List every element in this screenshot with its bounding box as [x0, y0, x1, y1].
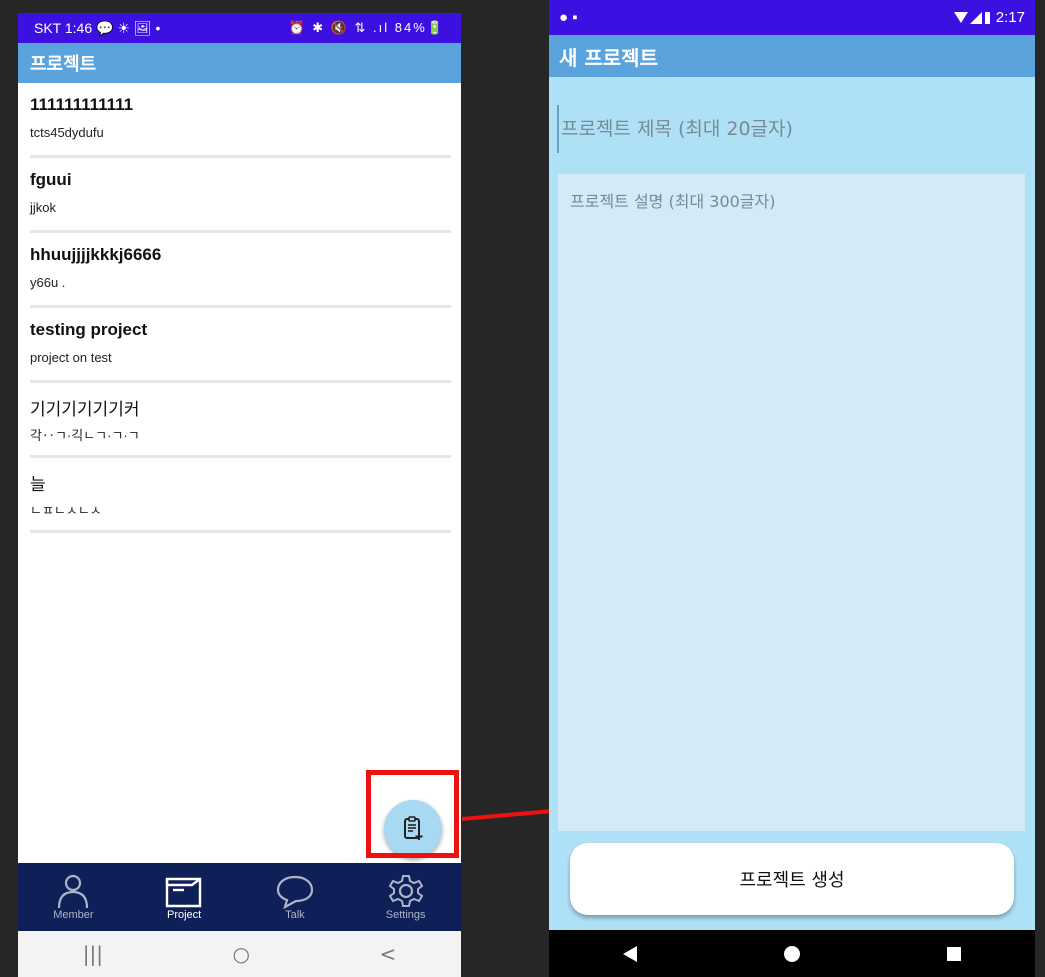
page-title: 새 프로젝트 — [559, 45, 658, 70]
project-title: 111111111111 — [30, 95, 134, 114]
system-navigation-bar — [549, 930, 1035, 977]
project-title-input[interactable] — [557, 105, 1023, 153]
status-time: SKT 1:46 — [34, 19, 93, 36]
back-button[interactable]: < — [379, 942, 396, 966]
nav-settings-label: Settings — [385, 909, 426, 921]
project-description: y66u . — [30, 275, 66, 290]
project-description: ㄴㅍㄴㅅㄴㅅ — [30, 503, 102, 518]
project-list-item[interactable]: fguui jjkok — [30, 158, 451, 233]
back-button[interactable] — [622, 945, 638, 963]
project-title: fguui — [30, 170, 72, 189]
person-icon — [58, 874, 89, 909]
project-title: testing project — [30, 320, 148, 339]
nav-settings[interactable]: Settings — [366, 873, 446, 921]
wifi-signal-battery-icon — [953, 11, 990, 24]
project-description: project on test — [30, 350, 112, 365]
status-system-icons: ⏰ ✱ 🔇 ⇅ .ıl 84%🔋 — [288, 20, 445, 35]
project-description: tcts45dydufu — [30, 125, 104, 140]
nav-member-label: Member — [53, 909, 94, 921]
recent-apps-button[interactable]: ||| — [83, 942, 103, 966]
nav-talk[interactable]: Talk — [255, 873, 335, 921]
project-list-item[interactable]: hhuujjjjkkkj6666 y66u . — [30, 233, 451, 308]
new-project-screen: ● ▪ 2:17 새 프로젝트 프로젝트 생성 — [549, 0, 1035, 977]
chat-bubble-icon — [276, 875, 313, 909]
project-title: hhuujjjjkkkj6666 — [30, 245, 162, 264]
status-time: 2:17 — [995, 9, 1025, 26]
project-list-item[interactable]: 기기기기기기커 각‥ㄱ·긱ㄴㄱ·ㄱ·ㄱ — [30, 383, 451, 458]
app-bar: 프로젝트 — [18, 43, 461, 83]
home-button[interactable] — [783, 945, 801, 963]
nav-talk-label: Talk — [285, 909, 305, 921]
home-button[interactable]: ○ — [232, 942, 249, 966]
nav-project[interactable]: Project — [144, 873, 224, 921]
project-title: 기기기기기기커 — [30, 400, 140, 419]
project-list: 111111111111 tcts45dydufu fguui jjkok hh… — [18, 83, 461, 533]
project-description: jjkok — [30, 200, 57, 215]
bottom-navigation: Member Project Talk Settings — [18, 863, 461, 931]
system-navigation-bar: ||| ○ < — [18, 931, 461, 977]
project-description: 각‥ㄱ·긱ㄴㄱ·ㄱ·ㄱ — [30, 428, 140, 443]
status-bar: ● ▪ 2:17 — [549, 0, 1035, 35]
nav-project-label: Project — [167, 909, 202, 921]
page-title: 프로젝트 — [30, 54, 97, 75]
project-description-input[interactable] — [558, 174, 1025, 831]
status-notification-icons: 💬 ☀ 🖼 • — [96, 19, 161, 36]
project-list-item[interactable]: testing project project on test — [30, 308, 451, 383]
project-list-item[interactable]: 늘 ㄴㅍㄴㅅㄴㅅ — [30, 458, 451, 533]
nav-member[interactable]: Member — [33, 873, 113, 921]
project-title: 늘 — [30, 475, 46, 494]
recent-apps-button[interactable] — [946, 946, 962, 962]
create-project-button[interactable]: 프로젝트 생성 — [570, 843, 1014, 915]
project-list-item[interactable]: 111111111111 tcts45dydufu — [30, 83, 451, 158]
status-notification-icons: ● ▪ — [559, 9, 578, 26]
fab-highlight-box — [366, 770, 459, 858]
status-bar: SKT 1:46 💬 ☀ 🖼 • ⏰ ✱ 🔇 ⇅ .ıl 84%🔋 — [18, 13, 461, 43]
folder-icon — [165, 877, 202, 908]
app-bar: 새 프로젝트 — [549, 35, 1035, 77]
gear-icon — [388, 875, 423, 907]
